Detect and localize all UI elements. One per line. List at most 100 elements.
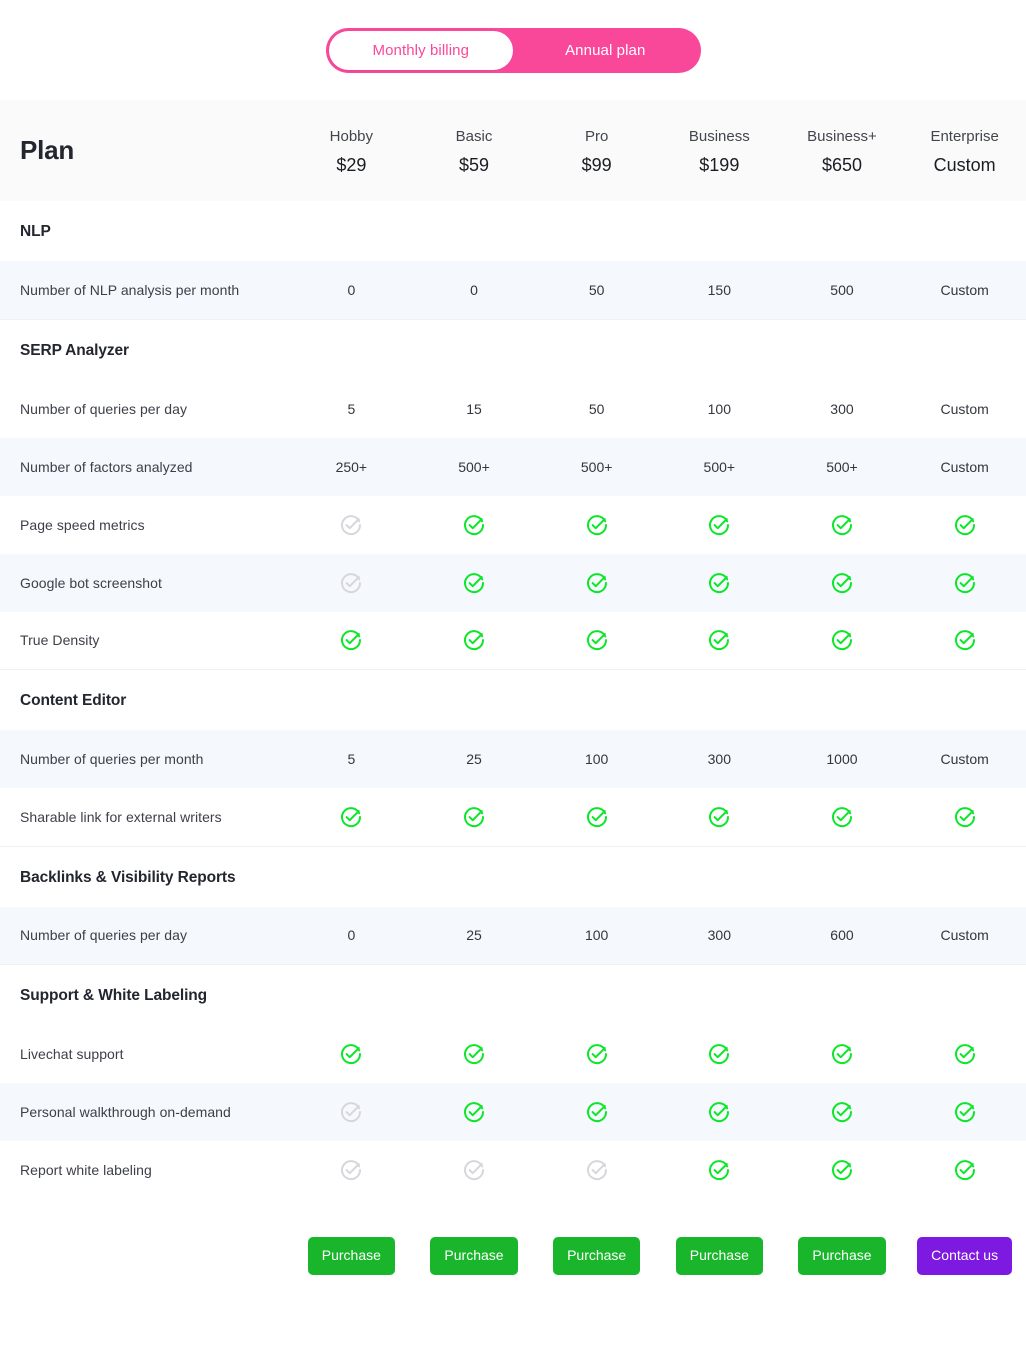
feature-availability-cell — [657, 1025, 781, 1084]
feature-label: Number of queries per month — [0, 730, 291, 789]
table-row: Livechat support — [0, 1025, 1026, 1084]
check-circle-icon — [831, 514, 852, 535]
feature-value-cell: 300 — [657, 906, 781, 965]
plan-column-basic: Basic $59 — [413, 100, 536, 201]
check-circle-icon — [586, 1044, 607, 1065]
table-header: Plan Hobby $29 Basic $59 Pro $99 Busines… — [0, 100, 1026, 202]
feature-availability-cell — [290, 1141, 413, 1200]
feature-value-cell: 5 — [290, 730, 413, 789]
purchase-button-0[interactable]: Purchase — [307, 1237, 395, 1275]
feature-availability-cell — [657, 1083, 781, 1142]
feature-availability-cell — [412, 495, 536, 554]
table-row: Google bot screenshot — [0, 553, 1026, 612]
plan-column-business-plus: Business+ $650 — [781, 100, 904, 201]
page-title: Plan — [20, 135, 75, 166]
feature-availability-cell — [412, 1025, 536, 1084]
feature-availability-cell — [290, 495, 413, 554]
check-circle-icon — [586, 1102, 607, 1123]
feature-value-cell: 100 — [535, 906, 658, 965]
table-row: Sharable link for external writers — [0, 788, 1026, 847]
plan-price: $29 — [336, 154, 367, 175]
cta-cell: Purchase — [535, 1199, 658, 1301]
billing-toggle[interactable]: Monthly billing Annual plan — [325, 27, 701, 73]
feature-label: Page speed metrics — [0, 495, 291, 554]
feature-value-cell: 500+ — [780, 437, 904, 496]
feature-label: Sharable link for external writers — [0, 788, 291, 847]
feature-value-cell: 25 — [412, 906, 536, 965]
feature-value-cell: 0 — [412, 261, 536, 320]
feature-value-cell: Custom — [903, 379, 1026, 438]
section-title: NLP — [0, 201, 1026, 262]
check-circle-icon — [709, 572, 730, 593]
plan-name: Business+ — [807, 128, 877, 145]
feature-value-cell: 300 — [780, 379, 904, 438]
check-circle-icon — [586, 630, 607, 651]
feature-value-cell: 500+ — [657, 437, 781, 496]
feature-availability-cell — [903, 788, 1026, 847]
feature-label: Number of queries per day — [0, 379, 291, 438]
purchase-button-4[interactable]: Purchase — [798, 1237, 886, 1275]
contact-us-button[interactable]: Contact us — [917, 1237, 1013, 1275]
table-row: Number of queries per day 0 25 100 300 600 Cus… — [0, 906, 1026, 965]
check-circle-icon — [709, 1102, 730, 1123]
feature-availability-cell — [903, 1083, 1026, 1142]
table-row: Report white labeling — [0, 1141, 1026, 1200]
feature-value-cell: 50 — [535, 261, 658, 320]
cta-spacer — [0, 1199, 291, 1301]
feature-value-cell: 500+ — [412, 437, 536, 496]
feature-label: True Density — [0, 611, 291, 670]
plan-column-pro: Pro $99 — [535, 100, 658, 201]
feature-availability-cell — [412, 611, 536, 670]
feature-value-cell: Custom — [903, 730, 1026, 789]
feature-value-cell: 300 — [657, 730, 781, 789]
cta-cell: Contact us — [903, 1199, 1026, 1301]
feature-availability-cell — [290, 611, 413, 670]
feature-value-cell: 150 — [657, 261, 781, 320]
feature-label: Report white labeling — [0, 1141, 291, 1200]
feature-value-cell: 1000 — [780, 730, 904, 789]
check-circle-icon — [831, 1160, 852, 1181]
purchase-button-3[interactable]: Purchase — [675, 1237, 763, 1275]
feature-value-cell: 0 — [290, 906, 413, 965]
feature-value-cell: 100 — [535, 730, 658, 789]
feature-value-cell: Custom — [903, 437, 1026, 496]
feature-availability-cell — [780, 788, 904, 847]
feature-value-cell: 250+ — [290, 437, 413, 496]
purchase-button-1[interactable]: Purchase — [430, 1237, 518, 1275]
check-circle-icon — [954, 1044, 975, 1065]
check-circle-icon — [341, 807, 362, 827]
plan-price: $650 — [821, 154, 862, 175]
check-circle-icon — [954, 807, 975, 827]
toggle-option-annual[interactable]: Annual plan — [513, 31, 698, 70]
check-circle-icon — [464, 1102, 485, 1123]
feature-value-cell: 15 — [412, 379, 536, 438]
table-row: Page speed metrics — [0, 495, 1026, 554]
feature-value-cell: 0 — [290, 261, 413, 320]
section-header-row: Support & White Labeling — [0, 964, 1026, 1026]
check-circle-icon — [709, 1160, 730, 1181]
feature-availability-cell — [535, 1083, 658, 1142]
cta-cell: Purchase — [412, 1199, 536, 1301]
plan-name: Business — [688, 128, 750, 145]
section-header-row: NLP — [0, 201, 1026, 262]
feature-value-cell: 500 — [780, 261, 904, 320]
feature-availability-cell — [290, 788, 413, 847]
feature-value-cell: 25 — [412, 730, 536, 789]
section-title: Content Editor — [0, 669, 1026, 731]
check-circle-icon — [709, 630, 730, 651]
feature-availability-cell — [535, 1141, 658, 1200]
feature-value-cell: Custom — [903, 906, 1026, 965]
section-header-row: SERP Analyzer — [0, 318, 1026, 380]
check-circle-disabled-icon — [341, 514, 362, 535]
section-title: Backlinks & Visibility Reports — [0, 845, 1026, 907]
toggle-option-monthly[interactable]: Monthly billing — [328, 30, 513, 70]
check-circle-disabled-icon — [341, 572, 362, 593]
purchase-button-2[interactable]: Purchase — [553, 1237, 641, 1275]
check-circle-icon — [586, 572, 607, 593]
feature-value-cell: Custom — [903, 261, 1026, 320]
plan-column-enterprise: Enterprise Custom — [903, 100, 1026, 201]
billing-toggle-container: Monthly billing Annual plan — [0, 0, 1026, 100]
feature-availability-cell — [290, 1083, 413, 1142]
table-row: Number of NLP analysis per month 0 0 50 150 5… — [0, 261, 1026, 320]
feature-value-cell: 600 — [780, 906, 904, 965]
